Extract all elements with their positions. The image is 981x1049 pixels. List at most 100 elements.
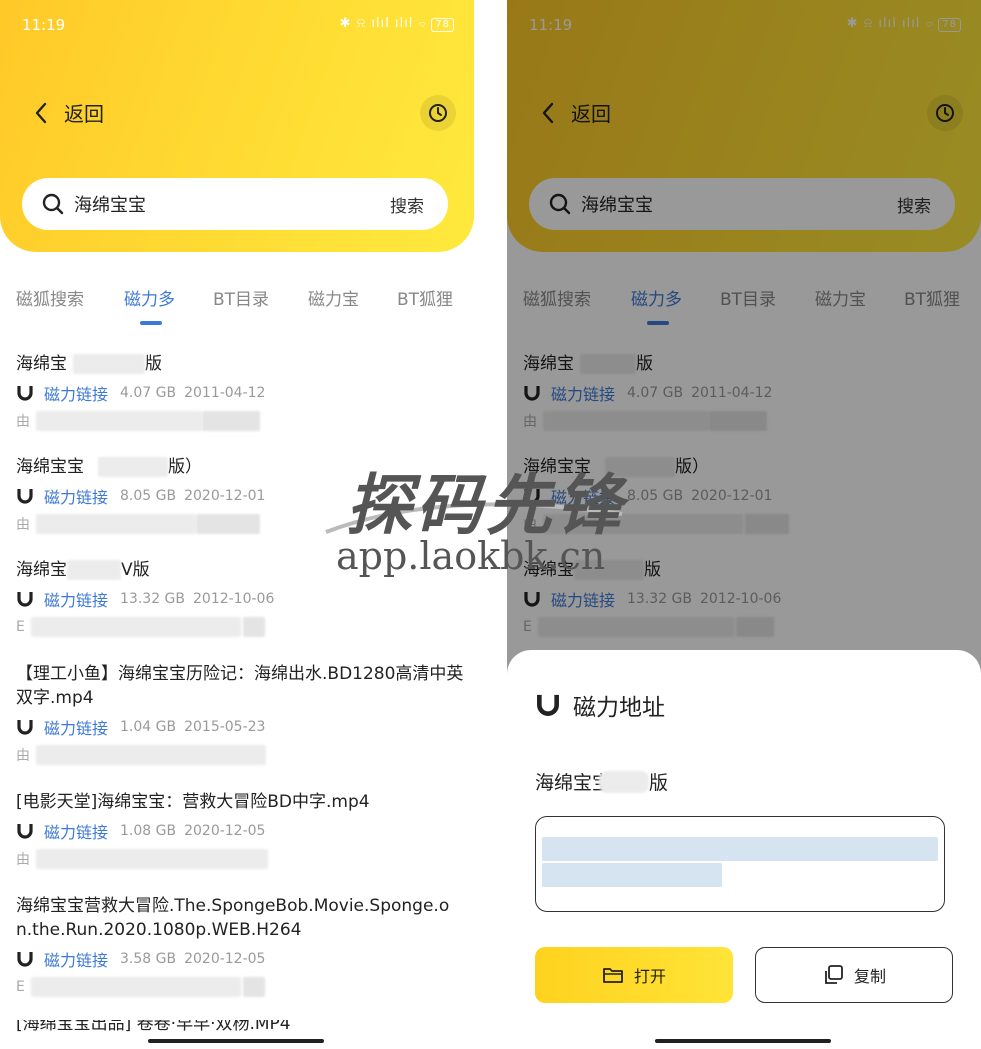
file-size: 13.32 GB xyxy=(120,591,185,607)
result-meta: 磁力链接 3.58 GB 2020-12-05 xyxy=(16,948,464,970)
result-title: 海绵宝 V版 xyxy=(16,558,464,582)
list-item[interactable]: 海绵宝 版 磁力链接 4.07 GB 2011-04-12 由 xyxy=(16,352,464,432)
file-size: 4.07 GB xyxy=(120,385,177,401)
back-button[interactable]: 返回 xyxy=(34,98,104,127)
magnet-address-field[interactable] xyxy=(535,816,945,912)
search-bar[interactable]: 海绵宝宝 搜索 xyxy=(22,178,448,230)
sheet-name-tail: 版 xyxy=(649,772,669,794)
home-indicator[interactable] xyxy=(148,1039,324,1043)
file-size: 3.58 GB xyxy=(120,951,177,967)
result-meta: 磁力链接 13.32 GB 2012-10-06 xyxy=(16,588,464,610)
tab-cihu[interactable]: 磁狐搜索 xyxy=(16,285,84,310)
result-title: 海绵宝宝 版） xyxy=(16,455,464,479)
divider xyxy=(474,0,507,1049)
redacted xyxy=(30,617,241,637)
result-title: 海绵宝宝营救大冒险.The.SpongeBob.Movie.Sponge.on.… xyxy=(16,896,450,940)
redacted xyxy=(73,354,145,374)
magnet-sheet: 磁力地址 海绵宝宝版 打开 复制 xyxy=(507,650,981,1049)
file-date: 2015-05-23 xyxy=(184,719,266,735)
source-prefix: 由 xyxy=(16,517,30,533)
result-title-tail: 版） xyxy=(168,457,202,477)
result-title-text: 海绵宝 xyxy=(16,560,67,580)
clock-icon xyxy=(429,104,447,122)
sheet-header: 磁力地址 xyxy=(535,688,665,722)
magnet-link[interactable]: 磁力链接 xyxy=(44,819,108,843)
redacted xyxy=(202,411,260,431)
status-time: 11:19 xyxy=(22,16,66,34)
engine-tabs: 磁狐搜索 磁力多 BT目录 磁力宝 BT狐狸 xyxy=(16,285,466,327)
source-prefix: E xyxy=(16,619,25,635)
file-date: 2020-12-05 xyxy=(184,823,266,839)
redacted xyxy=(30,977,241,997)
list-item[interactable]: 海绵宝宝营救大冒险.The.SpongeBob.Movie.Sponge.on.… xyxy=(16,894,464,998)
home-indicator[interactable] xyxy=(655,1039,831,1043)
magnet-icon xyxy=(17,386,33,401)
folder-icon xyxy=(603,968,623,983)
magnet-link[interactable]: 磁力链接 xyxy=(44,484,108,508)
redacted xyxy=(242,617,265,637)
sheet-title: 磁力地址 xyxy=(573,695,665,721)
redacted xyxy=(36,745,266,765)
battery-icon: 78 xyxy=(431,18,454,32)
chevron-left-icon xyxy=(35,102,47,123)
list-item[interactable]: 海绵宝宝 版） 磁力链接 8.05 GB 2020-12-01 由 xyxy=(16,455,464,535)
redacted xyxy=(242,977,265,997)
result-meta: 磁力链接 1.04 GB 2015-05-23 xyxy=(16,716,464,738)
copy-icon xyxy=(825,965,843,984)
magnet-link[interactable]: 磁力链接 xyxy=(44,381,108,405)
result-title: [海绵宝宝出品] 卷卷·早早·双杨.MP4 xyxy=(16,1020,291,1034)
list-item[interactable]: 海绵宝 V版 磁力链接 13.32 GB 2012-10-06 E xyxy=(16,558,464,638)
tab-bt-huli[interactable]: BT狐狸 xyxy=(397,285,453,310)
search-icon xyxy=(42,193,64,215)
result-title: 【理工小鱼】海绵宝宝历险记：海绵出水.BD1280高清中英双字.mp4 xyxy=(16,664,464,708)
history-button[interactable] xyxy=(420,95,456,131)
redacted xyxy=(196,514,260,534)
source-prefix: 由 xyxy=(16,852,30,868)
redacted xyxy=(98,457,168,477)
file-size: 1.08 GB xyxy=(120,823,177,839)
magnet-icon xyxy=(17,489,33,504)
list-item[interactable]: [电影天堂]海绵宝宝：营救大冒险BD中字.mp4 磁力链接 1.08 GB 20… xyxy=(16,790,464,870)
redacted xyxy=(36,411,202,431)
search-button[interactable]: 搜索 xyxy=(390,192,424,217)
result-source: 由 xyxy=(16,848,464,870)
list-item[interactable]: [海绵宝宝出品] 卷卷·早早·双杨.MP4 xyxy=(16,1020,464,1034)
result-meta: 磁力链接 1.08 GB 2020-12-05 xyxy=(16,820,464,842)
file-date: 2020-12-01 xyxy=(184,488,266,504)
file-date: 2012-10-06 xyxy=(193,591,275,607)
result-meta: 磁力链接 8.05 GB 2020-12-01 xyxy=(16,485,464,507)
header: 11:19 ✱ ⍾ ılıl ılıl ⌔ 78 返回 海绵宝宝 搜索 xyxy=(0,0,474,252)
search-input[interactable]: 海绵宝宝 xyxy=(74,191,390,217)
magnet-icon xyxy=(537,694,559,716)
magnet-link[interactable]: 磁力链接 xyxy=(44,947,108,971)
tab-bt-mulu[interactable]: BT目录 xyxy=(213,285,269,310)
copy-label: 复制 xyxy=(853,967,886,986)
result-title-text: 海绵宝 xyxy=(16,354,67,374)
file-size: 1.04 GB xyxy=(120,719,177,735)
result-title: 海绵宝 版 xyxy=(16,352,464,376)
source-prefix: 由 xyxy=(16,748,30,764)
status-icons-glyphs: ✱ ⍾ ılıl ılıl ⌔ xyxy=(339,16,428,31)
list-item[interactable]: 【理工小鱼】海绵宝宝历险记：海绵出水.BD1280高清中英双字.mp4 磁力链接… xyxy=(16,662,464,766)
source-prefix: E xyxy=(16,979,25,995)
magnet-link[interactable]: 磁力链接 xyxy=(44,587,108,611)
tab-ciliduo[interactable]: 磁力多 xyxy=(124,285,175,310)
redacted xyxy=(36,514,196,534)
magnet-icon xyxy=(17,720,33,735)
magnet-link[interactable]: 磁力链接 xyxy=(44,715,108,739)
magnet-icon xyxy=(17,592,33,607)
tab-cilibao[interactable]: 磁力宝 xyxy=(308,285,359,310)
copy-button[interactable]: 复制 xyxy=(755,947,953,1003)
source-prefix: 由 xyxy=(16,414,30,430)
result-source: E xyxy=(16,616,464,638)
magnet-icon xyxy=(17,952,33,967)
file-date: 2011-04-12 xyxy=(184,385,266,401)
sheet-file-name: 海绵宝宝版 xyxy=(535,768,668,795)
open-label: 打开 xyxy=(633,967,666,986)
status-icons: ✱ ⍾ ılıl ılıl ⌔ 78 xyxy=(340,16,454,32)
result-title: [电影天堂]海绵宝宝：营救大冒险BD中字.mp4 xyxy=(16,792,370,812)
result-title-tail: 版 xyxy=(145,354,162,374)
open-button[interactable]: 打开 xyxy=(535,947,733,1003)
result-source: 由 xyxy=(16,513,464,535)
redacted xyxy=(599,770,650,793)
